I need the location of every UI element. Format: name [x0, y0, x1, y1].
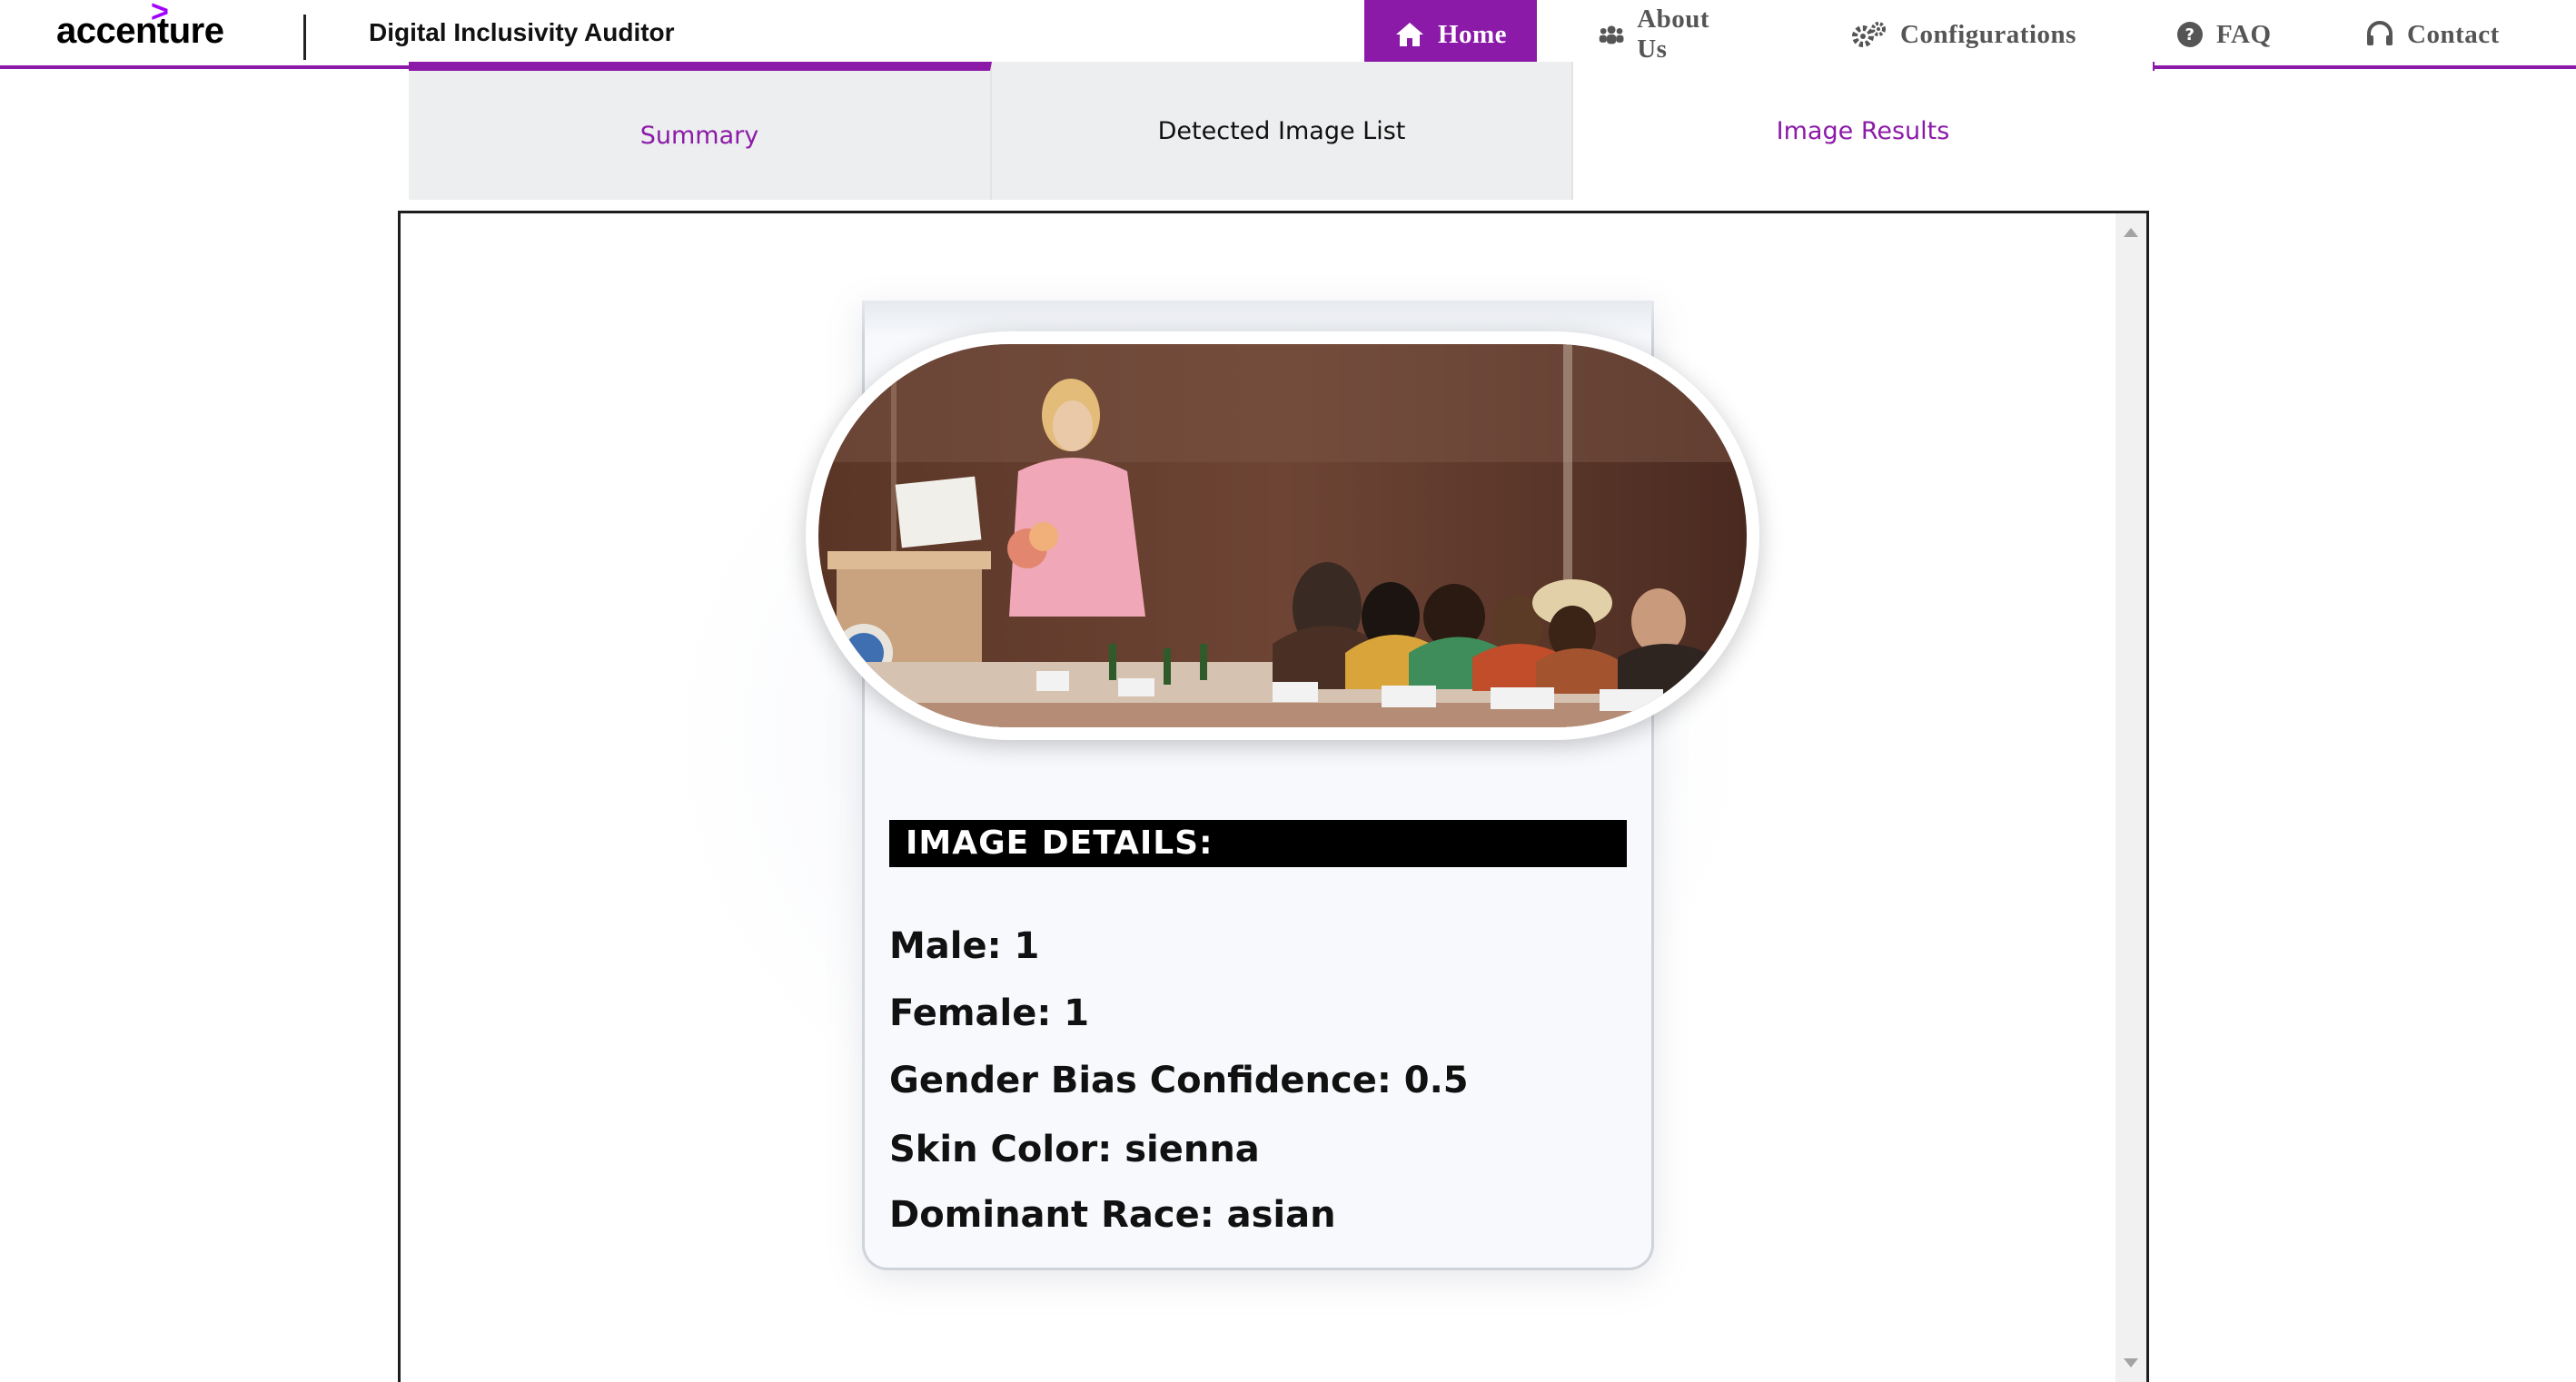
home-icon	[1395, 23, 1423, 46]
nav-configurations[interactable]: Configurations	[1851, 0, 2076, 69]
results-frame: IMAGE DETAILS: Male: 1 Female: 1 Gender …	[398, 211, 2149, 1382]
image-details-header: IMAGE DETAILS:	[889, 820, 1627, 867]
headset-icon	[2367, 21, 2393, 45]
nav-about-label: About Us	[1637, 5, 1710, 64]
scroll-down-arrow-icon[interactable]	[2124, 1358, 2138, 1367]
nav-configurations-label: Configurations	[1900, 19, 2076, 49]
detail-skin-color: Skin Color: sienna	[889, 1129, 1260, 1170]
detail-gender-bias-confidence: Gender Bias Confidence: 0.5	[889, 1060, 1469, 1101]
app-title: Digital Inclusivity Auditor	[369, 18, 675, 46]
detail-female-count: Female: 1	[889, 992, 1090, 1034]
nav-faq[interactable]: ? FAQ	[2176, 0, 2272, 69]
tab-summary-label: Summary	[639, 121, 759, 150]
nav-contact-label: Contact	[2407, 19, 2500, 49]
detail-dominant-race: Dominant Race: asian	[889, 1194, 1336, 1236]
detail-male-count: Male: 1	[889, 925, 1040, 967]
nav-about-us[interactable]: About Us	[1599, 0, 1719, 69]
tab-image-results[interactable]: Image Results	[1573, 62, 2153, 200]
logo-text: accenture	[56, 11, 224, 51]
nav-contact[interactable]: Contact	[2365, 0, 2500, 69]
nav-faq-label: FAQ	[2216, 19, 2272, 49]
result-image-frame	[806, 331, 1759, 740]
tab-detected-label: Detected Image List	[1157, 116, 1406, 145]
top-navbar: > accenture Digital Inclusivity Auditor …	[0, 0, 2576, 71]
result-tabs: Summary Detected Image List Image Result…	[409, 62, 2153, 200]
nav-home[interactable]: Home	[1364, 0, 1537, 69]
result-image	[818, 344, 1747, 727]
brand-divider	[303, 15, 306, 60]
tab-results-label: Image Results	[1776, 116, 1950, 145]
question-circle-icon: ?	[2177, 22, 2203, 47]
frame-scrollbar[interactable]	[2115, 213, 2146, 1382]
tab-detected-image-list[interactable]: Detected Image List	[992, 62, 1573, 200]
svg-text:?: ?	[2185, 25, 2195, 44]
nav-home-label: Home	[1437, 19, 1508, 49]
tab-summary[interactable]: Summary	[409, 62, 992, 200]
gears-icon	[1852, 22, 1886, 47]
scroll-up-arrow-icon[interactable]	[2124, 228, 2138, 237]
users-icon	[1599, 25, 1624, 44]
